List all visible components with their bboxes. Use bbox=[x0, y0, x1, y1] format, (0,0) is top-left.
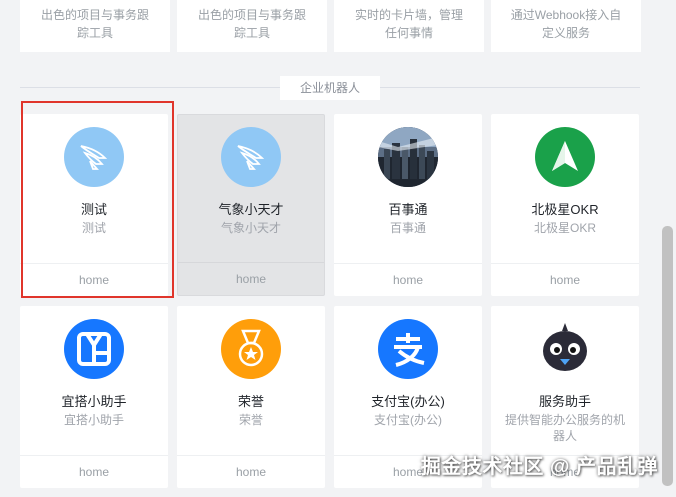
watermark: 掘金技术社区 @ 产品乱弹 bbox=[420, 456, 658, 478]
tool-card[interactable]: 出色的项目与事务跟 踪工具 bbox=[177, 0, 327, 52]
wing-icon bbox=[221, 127, 281, 187]
robot-card-weather[interactable]: 气象小天才 气象小天才 home bbox=[177, 114, 325, 296]
robot-card-test[interactable]: 测试 测试 home bbox=[20, 114, 168, 296]
robot-name: 气象小天才 bbox=[218, 202, 284, 217]
robot-desc: 测试 bbox=[81, 221, 106, 235]
tool-card-desc: 出色的项目与事务跟 踪工具 bbox=[40, 8, 149, 40]
robot-footer: home bbox=[334, 263, 482, 296]
robot-name: 支付宝(办公) bbox=[371, 394, 445, 409]
wing-icon bbox=[64, 127, 124, 187]
north-star-arrow-icon bbox=[535, 127, 595, 187]
robot-bird-icon bbox=[535, 319, 595, 379]
robot-desc: 气象小天才 bbox=[220, 221, 281, 235]
robot-card-honor[interactable]: 荣誉 荣誉 home bbox=[177, 306, 325, 488]
robot-desc: 提供智能办公服务的机器人 bbox=[505, 413, 626, 443]
robot-name: 北极星OKR bbox=[531, 202, 599, 217]
robot-gallery: 出色的项目与事务跟 踪工具 出色的项目与事务跟 踪工具 实时的卡片墙，管理 任何… bbox=[0, 0, 676, 497]
robot-footer: home bbox=[20, 455, 168, 488]
tool-card-desc: 实时的卡片墙，管理 任何事情 bbox=[354, 8, 463, 40]
robot-desc: 宜搭小助手 bbox=[63, 413, 124, 427]
yida-y-icon bbox=[64, 319, 124, 379]
robot-desc: 支付宝(办公) bbox=[374, 413, 442, 427]
robot-footer: home bbox=[177, 455, 325, 488]
robot-name: 服务助手 bbox=[538, 394, 591, 409]
robot-desc: 北极星OKR bbox=[533, 221, 596, 235]
tool-card[interactable]: 出色的项目与事务跟 踪工具 bbox=[20, 0, 170, 52]
scrollbar-thumb[interactable] bbox=[662, 226, 673, 486]
city-photo-icon bbox=[378, 127, 438, 187]
robot-footer: home bbox=[20, 263, 168, 296]
robot-desc: 百事通 bbox=[389, 221, 426, 235]
robot-footer: home bbox=[491, 263, 639, 296]
robot-name: 荣誉 bbox=[237, 394, 264, 409]
robot-desc: 荣誉 bbox=[238, 413, 263, 427]
tool-card[interactable]: 通过Webhook接入自 定义服务 bbox=[491, 0, 641, 52]
alipay-icon bbox=[378, 319, 438, 379]
robot-name: 百事通 bbox=[388, 202, 428, 217]
robot-name: 测试 bbox=[80, 202, 107, 217]
robot-name: 宜搭小助手 bbox=[61, 394, 127, 409]
robot-card-baishitong[interactable]: 百事通 百事通 home bbox=[334, 114, 482, 296]
medal-icon bbox=[221, 319, 281, 379]
robot-card-yida[interactable]: 宜搭小助手 宜搭小助手 home bbox=[20, 306, 168, 488]
section-title: 企业机器人 bbox=[280, 76, 380, 100]
tool-card[interactable]: 实时的卡片墙，管理 任何事情 bbox=[334, 0, 484, 52]
tool-card-desc: 通过Webhook接入自 定义服务 bbox=[510, 8, 622, 40]
robot-card-okr[interactable]: 北极星OKR 北极星OKR home bbox=[491, 114, 639, 296]
robot-footer: home bbox=[178, 262, 324, 295]
tool-card-desc: 出色的项目与事务跟 踪工具 bbox=[197, 8, 306, 40]
